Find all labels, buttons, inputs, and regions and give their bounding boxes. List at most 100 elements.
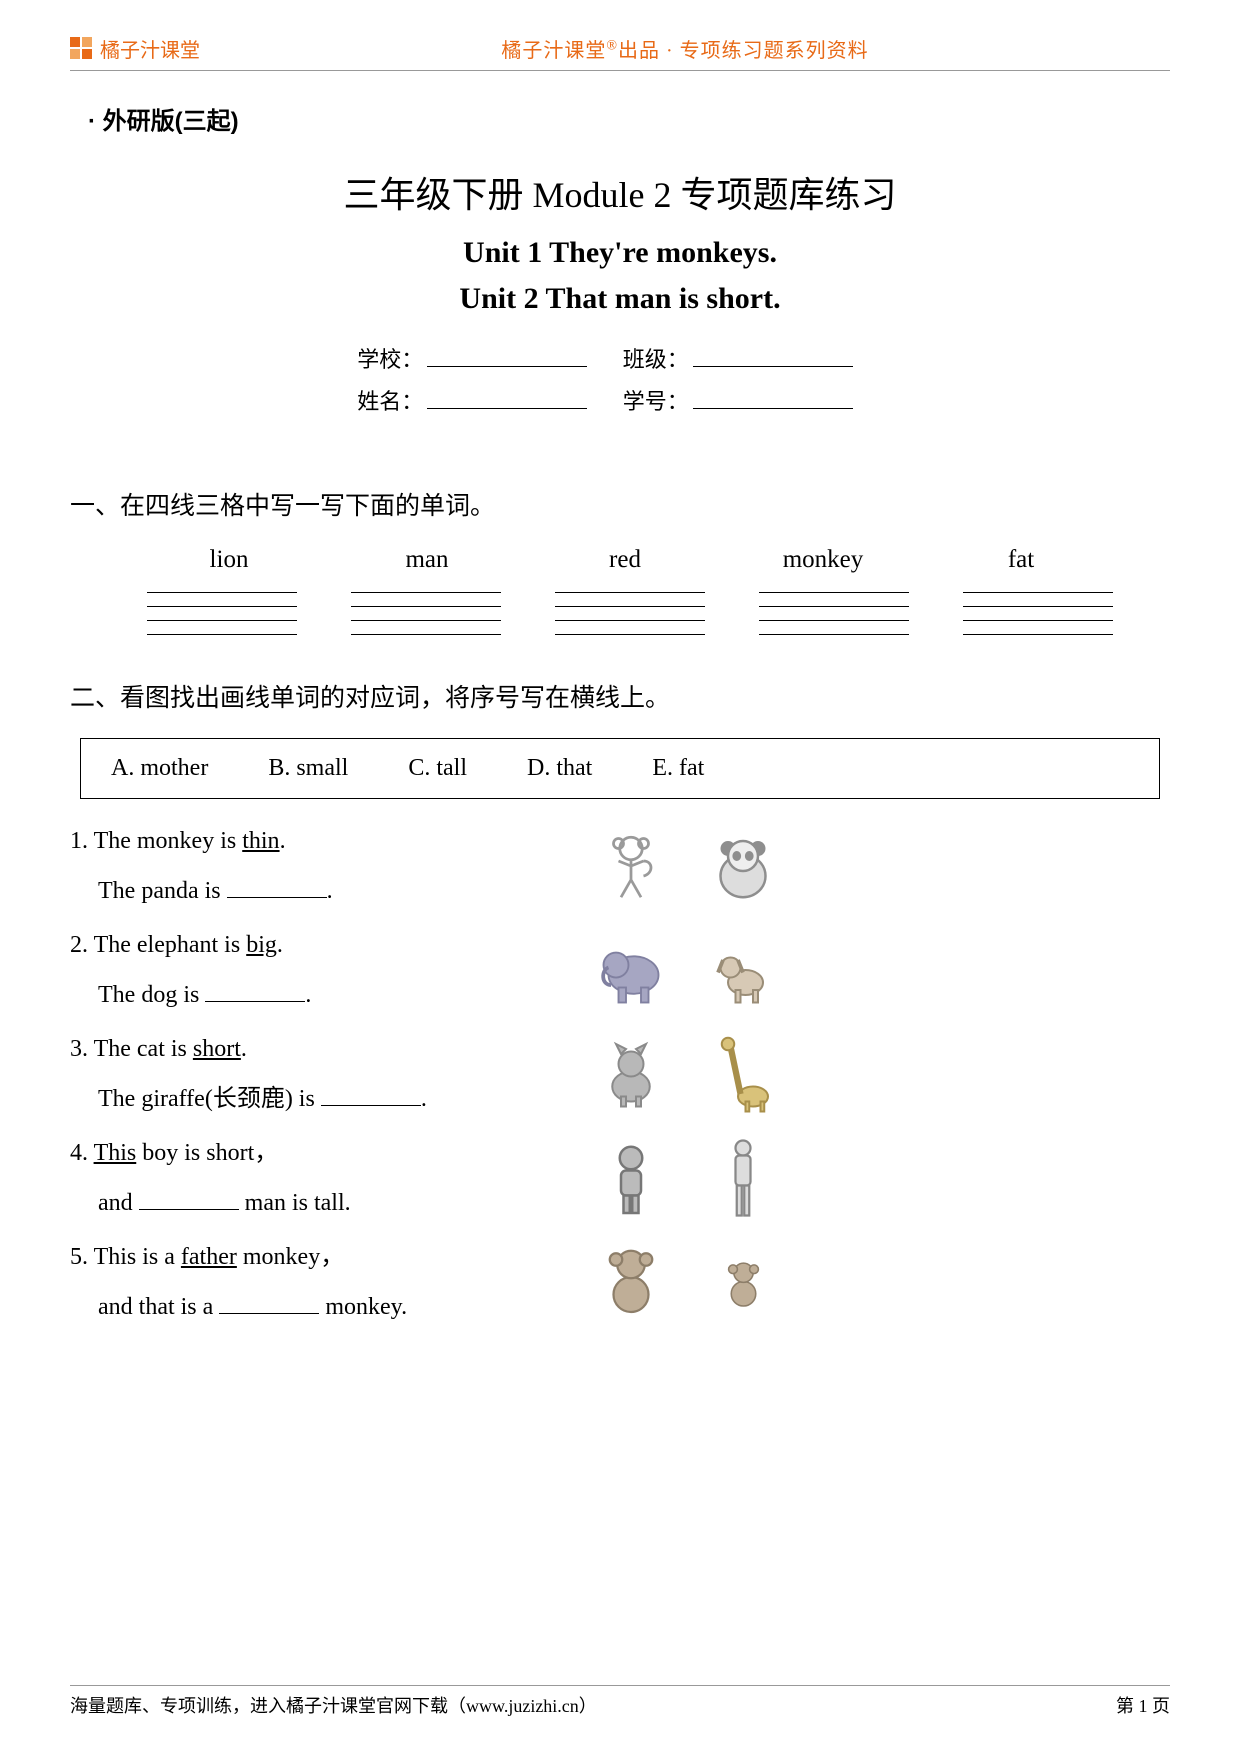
q3-blank[interactable]: [321, 1087, 421, 1106]
header-rule: [70, 70, 1170, 71]
q3-l1b: .: [241, 1036, 247, 1062]
blank-class[interactable]: [693, 346, 853, 367]
q4-l2b: man is tall.: [239, 1190, 351, 1216]
q4-l2a: and: [98, 1190, 139, 1216]
edition-label: 外研版(三起): [88, 101, 1170, 136]
q5-l1a: This is a: [94, 1244, 181, 1270]
title-block: 三年级下册 Module 2 专项题库练习 Unit 1 They're mon…: [70, 166, 1170, 426]
brand-name: 橘子汁课堂: [100, 34, 200, 63]
section2-questions: 1. The monkey is thin. The panda is .: [70, 823, 1170, 1325]
word-4: monkey: [724, 546, 922, 574]
q5-l1b: monkey，: [237, 1244, 344, 1270]
q5-l2a: and that is a: [98, 1294, 219, 1320]
q4-underline: This: [94, 1140, 137, 1166]
brand-logo: 橘子汁课堂: [70, 34, 200, 63]
q2-underline: big: [246, 932, 277, 958]
main-title-c: 专项题库练习: [681, 175, 897, 215]
tagline-part-a: 橘子汁课堂: [501, 40, 606, 62]
header-tagline: 橘子汁课堂®出品 · 专项练习题系列资料: [200, 34, 1170, 63]
blank-id[interactable]: [693, 388, 853, 409]
section2-options: A. mother B. small C. tall D. that E. fa…: [80, 738, 1160, 799]
q1-l1a: The monkey is: [94, 828, 243, 854]
word-2: man: [328, 546, 526, 574]
logo-icon: [70, 37, 94, 59]
q2-blank[interactable]: [205, 983, 305, 1002]
option-d: D. that: [527, 755, 592, 782]
word-5: fat: [922, 546, 1120, 574]
q3-l2b: .: [421, 1086, 427, 1112]
giraffe-icon: [702, 1033, 784, 1115]
q2-l2a: The dog is: [98, 982, 205, 1008]
q1-l1b: .: [280, 828, 286, 854]
section1-heading: 一、在四线三格中写一写下面的单词。: [70, 486, 1170, 522]
main-title-b: Module 2: [533, 175, 681, 215]
student-info: 学校： 班级： 姓名： 学号：: [357, 342, 883, 426]
question-3: 3. The cat is short. The giraffe(长颈鹿) is…: [70, 1031, 1170, 1117]
label-school: 学校：: [357, 342, 423, 374]
option-c: C. tall: [408, 755, 467, 782]
option-e: E. fat: [652, 755, 704, 782]
footer-left: 海量题库、专项训练，进入橘子汁课堂官网下载（www.juzizhi.cn）: [70, 1692, 597, 1718]
boy-icon: [590, 1137, 672, 1219]
blank-name[interactable]: [427, 388, 587, 409]
unit2-title: Unit 2 That man is short.: [70, 282, 1170, 316]
fourline-4[interactable]: [759, 592, 909, 636]
option-a: A. mother: [111, 755, 208, 782]
q5-l2b: monkey.: [319, 1294, 407, 1320]
q4-blank[interactable]: [139, 1191, 239, 1210]
main-title-a: 三年级下册: [343, 175, 532, 215]
question-5: 5. This is a father monkey， and that is …: [70, 1239, 1170, 1325]
q1-l2b: .: [327, 878, 333, 904]
tagline-sup: ®: [606, 38, 618, 53]
q5-blank[interactable]: [219, 1295, 319, 1314]
q2-l1b: .: [277, 932, 283, 958]
monkey-small-icon: [702, 1241, 784, 1323]
footer-page-number: 第 1 页: [1116, 1692, 1170, 1718]
q2-num: 2.: [70, 932, 88, 958]
q3-underline: short: [193, 1036, 241, 1062]
q4-l1b: boy is short，: [136, 1140, 278, 1166]
q3-l1a: The cat is: [94, 1036, 193, 1062]
footer-rule: [70, 1685, 1170, 1686]
blank-school[interactable]: [427, 346, 587, 367]
unit1-title: Unit 1 They're monkeys.: [70, 236, 1170, 270]
word-3: red: [526, 546, 724, 574]
dog-icon: [702, 929, 784, 1011]
label-class: 班级：: [623, 342, 689, 374]
q5-num: 5.: [70, 1244, 88, 1270]
question-1: 1. The monkey is thin. The panda is .: [70, 823, 1170, 909]
q5-underline: father: [181, 1244, 237, 1270]
cat-icon: [590, 1033, 672, 1115]
q3-l2a: The giraffe(长颈鹿) is: [98, 1086, 321, 1112]
option-b: B. small: [268, 755, 348, 782]
monkey-icon: [590, 825, 672, 907]
main-title: 三年级下册 Module 2 专项题库练习: [70, 166, 1170, 218]
q2-l1a: The elephant is: [94, 932, 247, 958]
man-icon: [702, 1137, 784, 1219]
fourline-3[interactable]: [555, 592, 705, 636]
q1-blank[interactable]: [227, 879, 327, 898]
section1-write-lines: [70, 592, 1170, 636]
section1-words: lion man red monkey fat: [70, 546, 1170, 574]
q2-l2b: .: [305, 982, 311, 1008]
tagline-part-b: 出品 · 专项练习题系列资料: [618, 40, 869, 62]
fourline-1[interactable]: [147, 592, 297, 636]
question-2: 2. The elephant is big. The dog is .: [70, 927, 1170, 1013]
question-4: 4. This boy is short， and man is tall.: [70, 1135, 1170, 1221]
panda-icon: [702, 825, 784, 907]
word-1: lion: [130, 546, 328, 574]
q1-underline: thin: [242, 828, 279, 854]
q1-l2a: The panda is: [98, 878, 227, 904]
label-id: 学号：: [623, 384, 689, 416]
fourline-2[interactable]: [351, 592, 501, 636]
section2-heading: 二、看图找出画线单词的对应词，将序号写在横线上。: [70, 678, 1170, 714]
fourline-5[interactable]: [963, 592, 1113, 636]
elephant-icon: [590, 929, 672, 1011]
q1-num: 1.: [70, 828, 88, 854]
page: 橘子汁课堂 橘子汁课堂®出品 · 专项练习题系列资料 外研版(三起) 三年级下册…: [0, 0, 1240, 1754]
q3-num: 3.: [70, 1036, 88, 1062]
label-name: 姓名：: [357, 384, 423, 416]
q4-num: 4.: [70, 1140, 88, 1166]
monkey-big-icon: [590, 1241, 672, 1323]
page-header: 橘子汁课堂 橘子汁课堂®出品 · 专项练习题系列资料: [70, 30, 1170, 66]
